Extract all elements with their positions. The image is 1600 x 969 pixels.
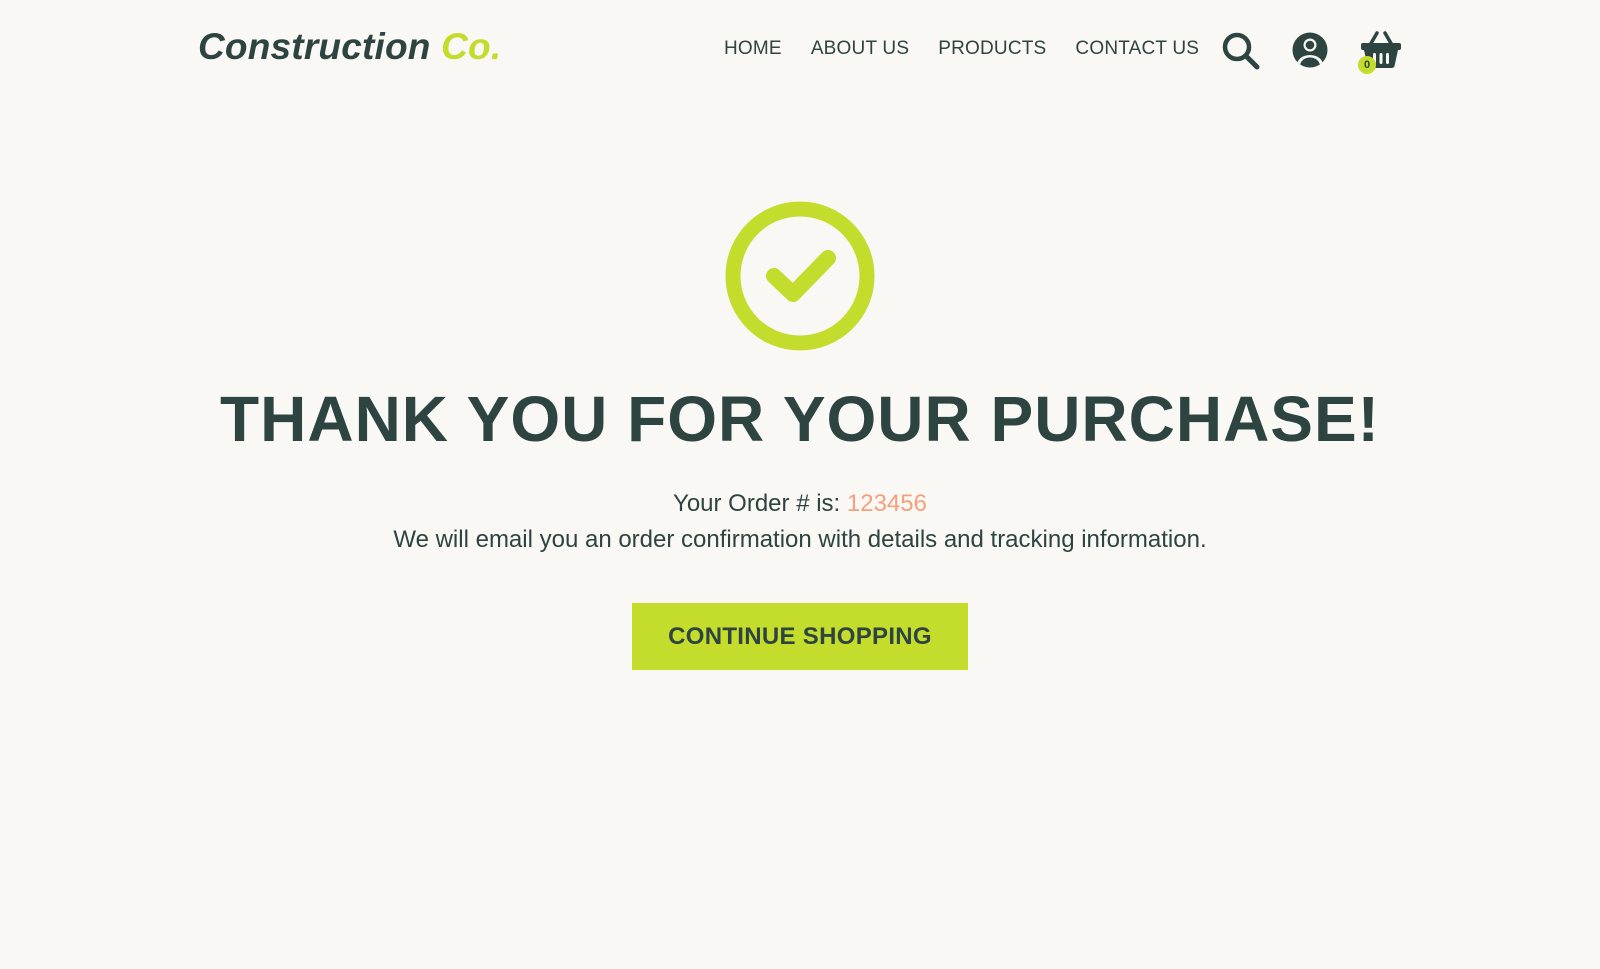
main-nav: HOME ABOUT US PRODUCTS CONTACT US xyxy=(724,38,1228,60)
account-button[interactable] xyxy=(1290,30,1330,70)
nav-home[interactable]: HOME xyxy=(724,38,782,60)
brand-suffix: Co. xyxy=(441,26,502,67)
brand-name: Construction xyxy=(198,26,431,67)
search-icon xyxy=(1222,32,1260,70)
brand-logo[interactable]: Construction Co. xyxy=(198,26,501,68)
page-title: THANK YOU FOR YOUR PURCHASE! xyxy=(220,383,1380,455)
site-header: Construction Co. HOME ABOUT US PRODUCTS … xyxy=(0,0,1600,100)
continue-shopping-button[interactable]: CONTINUE SHOPPING xyxy=(632,603,968,670)
user-circle-icon xyxy=(1292,32,1328,68)
search-button[interactable] xyxy=(1220,30,1262,72)
order-number-line: Your Order # is: 123456 xyxy=(0,490,1600,518)
check-circle-icon xyxy=(725,201,875,351)
cart-count-badge: 0 xyxy=(1358,56,1376,74)
confirmation-message: We will email you an order confirmation … xyxy=(393,526,1207,553)
nav-contact-us[interactable]: CONTACT US xyxy=(1075,38,1199,60)
nav-products[interactable]: PRODUCTS xyxy=(938,38,1046,60)
order-number: 123456 xyxy=(846,490,927,517)
order-label: Your Order # is: xyxy=(673,490,841,517)
nav-about-us[interactable]: ABOUT US xyxy=(811,38,909,60)
